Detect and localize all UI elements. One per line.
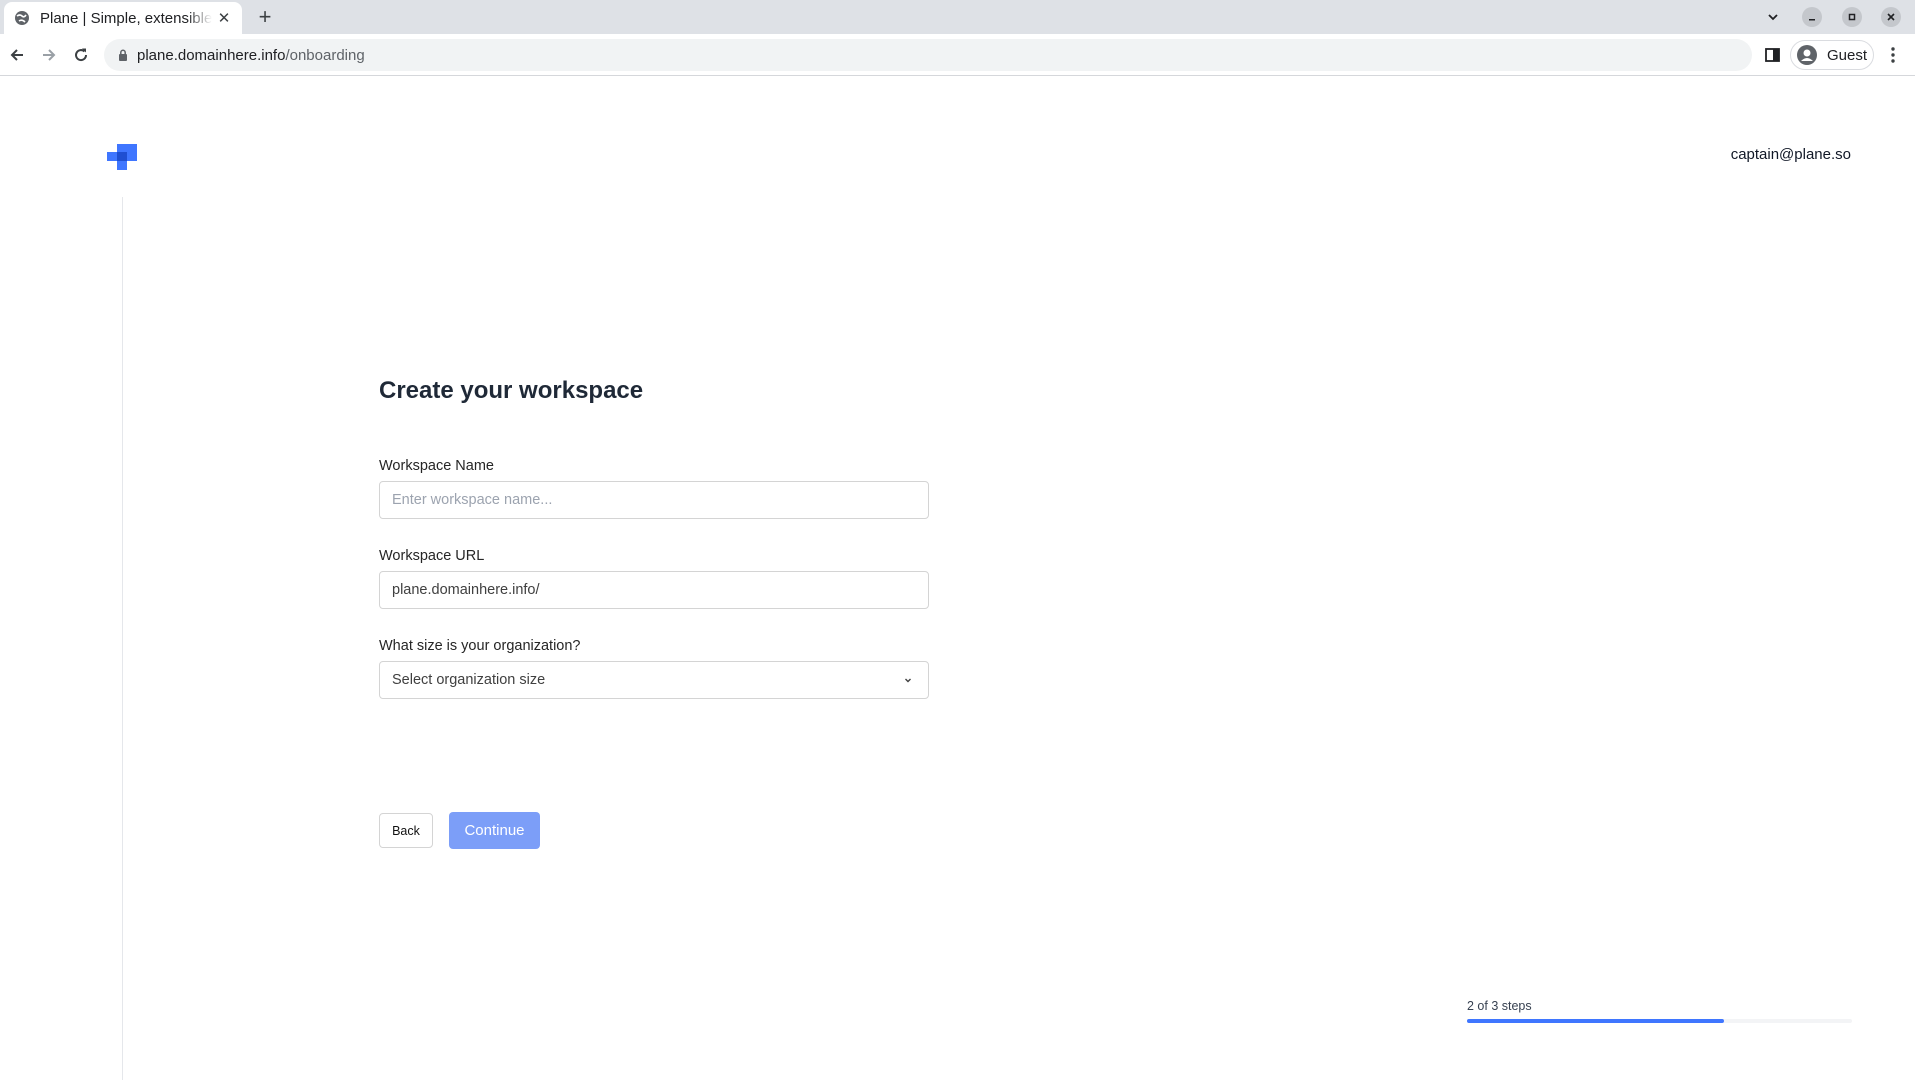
browser-tabstrip: Plane | Simple, extensible, open-source … bbox=[0, 0, 1915, 34]
continue-button[interactable]: Continue bbox=[449, 812, 540, 849]
close-tab-icon[interactable]: ✕ bbox=[216, 10, 232, 27]
back-arrow-icon[interactable] bbox=[5, 43, 29, 67]
url-path: /onboarding bbox=[285, 47, 365, 64]
avatar-icon bbox=[1797, 45, 1817, 65]
workspace-url-value: plane.domainhere.info/ bbox=[392, 582, 540, 598]
workspace-name-input[interactable]: Enter workspace name... bbox=[379, 481, 929, 519]
workspace-url-label: Workspace URL bbox=[379, 548, 485, 564]
plane-logo-icon bbox=[107, 144, 139, 176]
workspace-name-placeholder: Enter workspace name... bbox=[392, 492, 553, 508]
chevron-down-icon[interactable] bbox=[1763, 7, 1783, 27]
new-tab-button[interactable]: + bbox=[254, 6, 276, 28]
side-panel-icon[interactable] bbox=[1763, 45, 1783, 65]
address-bar[interactable]: plane.domainhere.info/onboarding bbox=[104, 39, 1752, 71]
user-email: captain@plane.so bbox=[1730, 146, 1851, 163]
tab-title: Plane | Simple, extensible, open-source … bbox=[40, 9, 212, 27]
close-window-button[interactable] bbox=[1881, 7, 1901, 27]
profile-button[interactable]: Guest bbox=[1790, 40, 1874, 70]
url-text: plane.domainhere.info/onboarding bbox=[137, 47, 365, 64]
chevron-down-icon bbox=[902, 674, 914, 686]
progress-label: 2 of 3 steps bbox=[1467, 999, 1532, 1013]
forward-arrow-icon[interactable] bbox=[37, 43, 61, 67]
browser-tab[interactable]: Plane | Simple, extensible, open-source … bbox=[4, 2, 242, 34]
profile-label: Guest bbox=[1827, 46, 1868, 64]
globe-icon bbox=[14, 10, 30, 26]
organization-size-label: What size is your organization? bbox=[379, 638, 581, 654]
reload-icon[interactable] bbox=[69, 43, 93, 67]
progress-bar-fill bbox=[1467, 1019, 1724, 1023]
maximize-window-button[interactable] bbox=[1842, 7, 1862, 27]
onboarding-page: captain@plane.so Create your workspace W… bbox=[0, 77, 1915, 1080]
more-options-icon[interactable] bbox=[1883, 45, 1903, 65]
browser-toolbar: plane.domainhere.info/onboarding Guest bbox=[0, 34, 1915, 76]
workspace-url-input[interactable]: plane.domainhere.info/ bbox=[379, 571, 929, 609]
back-button[interactable]: Back bbox=[379, 813, 433, 848]
page-title: Create your workspace bbox=[379, 377, 644, 404]
sidebar-divider bbox=[122, 197, 123, 1080]
create-workspace-form: Create your workspace Workspace Name Ent… bbox=[379, 377, 929, 849]
lock-icon bbox=[116, 48, 130, 62]
url-host: plane.domainhere.info bbox=[137, 47, 286, 64]
progress-bar bbox=[1467, 1019, 1852, 1023]
minimize-window-button[interactable] bbox=[1802, 7, 1822, 27]
organization-size-select[interactable]: Select organization size bbox=[379, 661, 929, 699]
organization-size-placeholder: Select organization size bbox=[392, 672, 546, 688]
workspace-name-label: Workspace Name bbox=[379, 458, 494, 474]
